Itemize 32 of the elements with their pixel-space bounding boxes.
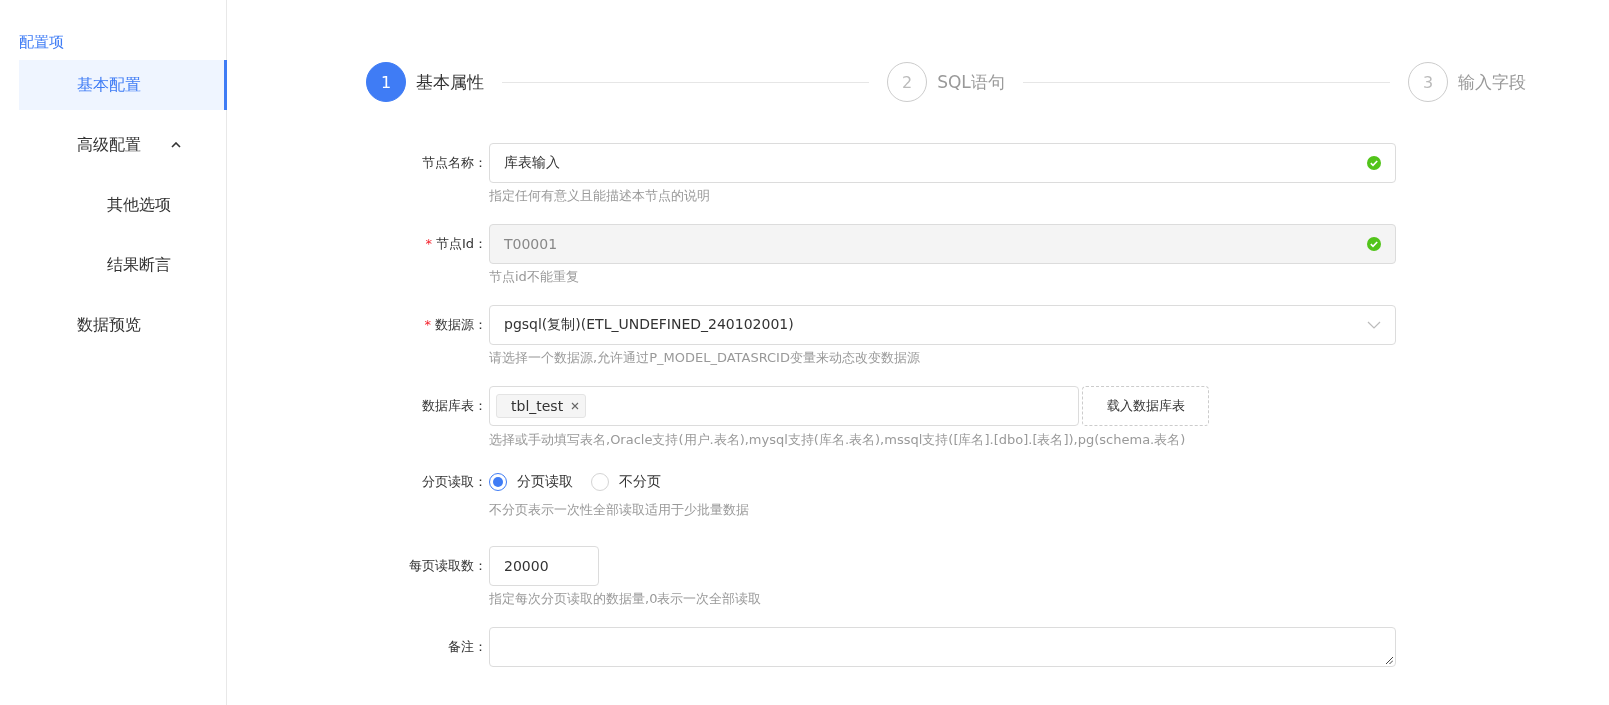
step-label[interactable]: 基本属性 [416, 70, 484, 94]
field-label: 每页读取数： [409, 558, 487, 573]
tag-chip: tbl_test [496, 394, 587, 418]
field-label: 数据库表： [422, 398, 487, 413]
step-number: 1 [366, 62, 406, 102]
field-label: 节点名称： [422, 155, 487, 170]
text-field[interactable]: 库表输入 [489, 143, 1396, 183]
resize-handle-icon[interactable] [1386, 657, 1393, 664]
field-label: 数据源： [435, 317, 487, 332]
close-icon[interactable] [571, 402, 580, 410]
number-field[interactable]: 20000 [489, 546, 599, 586]
sidebar-title: 配置项 [19, 32, 65, 53]
menu-item[interactable]: 高级配置 [19, 120, 226, 170]
menu-item[interactable]: 基本配置 [19, 60, 227, 110]
field-label: 节点Id： [435, 236, 487, 251]
help-text: 指定任何有意义且能描述本节点的说明 [489, 187, 711, 205]
menu-item[interactable]: 其他选项 [19, 180, 226, 230]
help-text: 节点id不能重复 [489, 268, 580, 286]
required-mark: * [424, 317, 431, 332]
chevron-down-icon [1367, 321, 1381, 329]
textarea-field[interactable] [489, 627, 1396, 667]
help-text: 选择或手动填写表名,Oracle支持(用户.表名),mysql支持(库名.表名),mssql支持([库名].[dbo].[表名]),pg(schema.表名) [489, 431, 1187, 449]
radio-label[interactable]: 不分页 [619, 473, 661, 491]
tag-input-field[interactable]: tbl_test [489, 386, 1079, 426]
load-tables-button[interactable]: 载入数据库表 [1082, 386, 1209, 426]
field-label: 分页读取： [422, 474, 487, 489]
field-label: 备注： [448, 639, 487, 654]
menu-item[interactable]: 结果断言 [19, 240, 226, 290]
radio-label[interactable]: 分页读取 [517, 473, 573, 491]
select-field[interactable]: pgsql(复制)(ETL_UNDEFINED_240102001) [489, 305, 1396, 345]
required-mark: * [425, 236, 432, 251]
menu-item[interactable]: 数据预览 [19, 300, 226, 350]
